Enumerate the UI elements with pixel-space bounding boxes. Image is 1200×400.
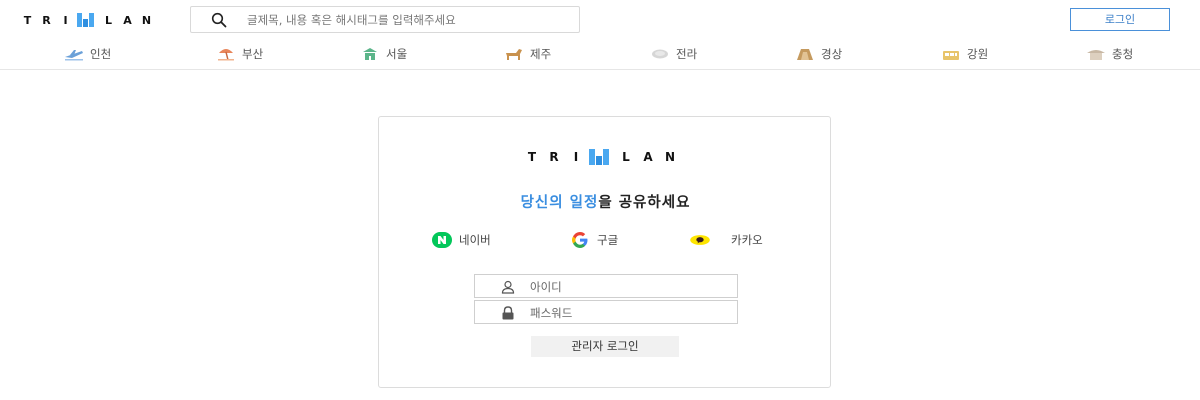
user-icon (501, 280, 515, 294)
cable-car-icon (941, 47, 961, 61)
kakao-label: 카카오 (731, 233, 763, 247)
kakao-icon (689, 232, 711, 248)
logo-letter: N (664, 150, 676, 164)
region-tab-jeolla[interactable]: 전라 (650, 42, 697, 66)
hanok-icon (1086, 47, 1106, 61)
card-logo: T R I L A N (521, 147, 681, 167)
tagline: 당신의 일정을 공유하세요 (379, 191, 832, 212)
beach-umbrella-icon (216, 47, 236, 61)
region-label: 경상 (821, 47, 843, 61)
logo-letter: R (549, 150, 559, 164)
logo-mark-icon (77, 13, 94, 27)
logo-letter: A (643, 150, 653, 164)
palace-icon (360, 47, 380, 61)
login-button[interactable]: 로그인 (1070, 8, 1170, 31)
logo-letter: L (104, 13, 112, 27)
logo-letter: I (63, 13, 68, 27)
id-field (474, 274, 738, 298)
airplane-icon (64, 47, 84, 61)
dish-icon (650, 47, 670, 61)
region-label: 전라 (676, 47, 698, 61)
login-card: T R I L A N 당신의 일정을 공유하세요 네이버 구글 카카오 아이디… (378, 116, 831, 388)
kakao-login-button[interactable]: 카카오 (689, 231, 763, 249)
region-tab-incheon[interactable]: 인천 (64, 42, 111, 66)
admin-login-button[interactable]: 관리자 로그인 (531, 336, 679, 357)
region-tab-chungcheong[interactable]: 충청 (1086, 42, 1133, 66)
logo-letter: T (23, 13, 32, 27)
top-header: T R I L A N 로그인 인천 부산 (0, 0, 1200, 70)
tagline-rest: 을 공유하세요 (598, 195, 691, 211)
logo-letter: A (123, 13, 132, 27)
search-box (190, 6, 580, 33)
logo-mark-icon (589, 149, 609, 165)
region-label: 제주 (530, 47, 552, 61)
logo-letter: L (622, 150, 630, 164)
region-label: 인천 (90, 47, 112, 61)
logo-letter: I (573, 150, 579, 164)
region-label: 부산 (242, 47, 264, 61)
horse-icon (504, 47, 524, 61)
region-tab-gangwon[interactable]: 강원 (941, 42, 988, 66)
password-input[interactable] (530, 303, 730, 322)
region-tab-gyeongsang[interactable]: 경상 (795, 42, 842, 66)
google-icon (569, 232, 591, 248)
logo-letter: T (527, 150, 537, 164)
region-label: 충청 (1112, 47, 1134, 61)
naver-label: 네이버 (459, 233, 491, 247)
region-label: 강원 (967, 47, 989, 61)
header-logo[interactable]: T R I L A N (18, 11, 156, 29)
region-nav: 인천 부산 서울 제주 전라 경상 강원 충청 (0, 42, 1200, 66)
logo-letter: R (42, 13, 51, 27)
logo-letter: N (141, 13, 152, 27)
password-field (474, 300, 738, 324)
google-login-button[interactable]: 구글 (569, 231, 618, 249)
region-tab-jeju[interactable]: 제주 (504, 42, 551, 66)
region-tab-seoul[interactable]: 서울 (360, 42, 407, 66)
search-icon[interactable] (211, 12, 227, 28)
tagline-highlight: 당신의 일정 (520, 195, 599, 211)
region-label: 서울 (386, 47, 408, 61)
naver-icon (431, 232, 453, 248)
google-label: 구글 (597, 233, 619, 247)
id-input[interactable] (530, 277, 730, 296)
lock-icon (502, 306, 514, 320)
naver-login-button[interactable]: 네이버 (431, 231, 491, 249)
temple-icon (795, 47, 815, 61)
region-tab-busan[interactable]: 부산 (216, 42, 263, 66)
search-input[interactable] (247, 10, 567, 30)
